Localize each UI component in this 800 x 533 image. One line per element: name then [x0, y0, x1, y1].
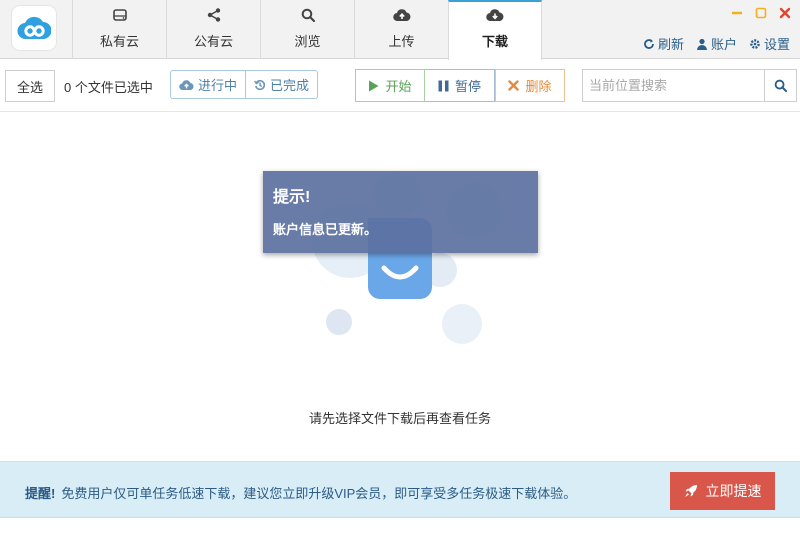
tab-upload[interactable]: 上传 [354, 0, 448, 59]
play-icon [369, 80, 379, 91]
search-icon [301, 7, 315, 23]
banner-label: 提醒! [25, 486, 56, 501]
toast-message: 账户信息已更新。 [273, 222, 378, 237]
banner-text: 提醒! 免费用户仅可单任务低速下载，建议您立即升级VIP会员，即可享受多任务极速下… [25, 483, 576, 502]
refresh-label: 刷新 [657, 37, 684, 52]
tab-label: 下载 [481, 34, 508, 49]
minimize-icon [732, 11, 742, 15]
toolbar: 全选 0 个文件已选中 进行中 已完成 开始 暂停 删除 [0, 60, 800, 112]
settings-link[interactable]: 设置 [749, 34, 790, 53]
filter-in-progress-label: 进行中 [198, 78, 238, 93]
search-icon [774, 79, 787, 92]
user-icon [696, 38, 707, 50]
task-actions: 开始 暂停 删除 [355, 69, 565, 102]
start-label: 开始 [385, 79, 412, 94]
speed-up-label: 立即提速 [705, 483, 762, 499]
minimize-button[interactable] [730, 6, 744, 20]
notice-toast: 提示! 账户信息已更新。 [263, 171, 538, 253]
tab-label: 浏览 [294, 34, 321, 49]
cloud-logo-icon [17, 16, 51, 40]
history-icon [254, 79, 266, 90]
main-tabs: 私有云 公有云 浏览 上传 下载 [72, 0, 542, 60]
drive-icon [112, 7, 127, 23]
pause-button[interactable]: 暂停 [425, 69, 495, 102]
maximize-icon [755, 7, 767, 19]
tab-download[interactable]: 下载 [448, 0, 542, 60]
speed-up-button[interactable]: 立即提速 [670, 472, 775, 510]
tab-private-cloud[interactable]: 私有云 [72, 0, 166, 59]
close-icon [508, 80, 520, 91]
rocket-icon [684, 485, 697, 497]
tab-label: 公有云 [193, 34, 233, 49]
empty-state-text: 请先选择文件下载后再查看任务 [308, 411, 491, 426]
app-logo [11, 5, 57, 51]
selected-count: 0 个文件已选中 [64, 80, 153, 95]
top-links: 刷新 账户 设置 [643, 34, 790, 53]
close-button[interactable] [778, 6, 792, 20]
refresh-link[interactable]: 刷新 [643, 34, 684, 53]
maximize-button[interactable] [754, 6, 768, 20]
top-bar: 私有云 公有云 浏览 上传 下载 刷新 账户 设置 [0, 0, 800, 60]
toast-title: 提示! [273, 189, 311, 206]
gear-icon [750, 38, 760, 49]
tab-browse[interactable]: 浏览 [260, 0, 354, 59]
banner-message: 免费用户仅可单任务低速下载，建议您立即升级VIP会员，即可享受多任务极速下载体验… [61, 486, 577, 501]
search-button[interactable] [764, 69, 797, 102]
cloud-upload-icon [179, 79, 194, 90]
window-controls [730, 6, 792, 20]
pause-icon [438, 80, 449, 91]
delete-button[interactable]: 删除 [495, 69, 565, 102]
cloud-download-icon [486, 7, 504, 23]
tab-public-cloud[interactable]: 公有云 [166, 0, 260, 59]
filter-in-progress[interactable]: 进行中 [171, 71, 245, 98]
filter-completed-label: 已完成 [270, 78, 310, 93]
tab-label: 上传 [388, 34, 415, 49]
status-filter: 进行中 已完成 [170, 70, 319, 99]
refresh-icon [644, 38, 654, 49]
account-link[interactable]: 账户 [696, 34, 737, 53]
tab-label: 私有云 [99, 34, 139, 49]
share-icon [207, 7, 221, 23]
account-label: 账户 [710, 37, 737, 52]
pause-label: 暂停 [454, 79, 481, 94]
settings-label: 设置 [763, 37, 790, 52]
delete-label: 删除 [525, 79, 552, 94]
search-input[interactable] [582, 69, 764, 102]
cloud-upload-icon [392, 7, 411, 23]
filter-completed[interactable]: 已完成 [245, 71, 317, 98]
upgrade-banner: 提醒! 免费用户仅可单任务低速下载，建议您立即升级VIP会员，即可享受多任务极速下… [0, 461, 800, 518]
select-all-button[interactable]: 全选 [5, 70, 55, 102]
start-button[interactable]: 开始 [355, 69, 425, 102]
close-icon [779, 7, 791, 19]
